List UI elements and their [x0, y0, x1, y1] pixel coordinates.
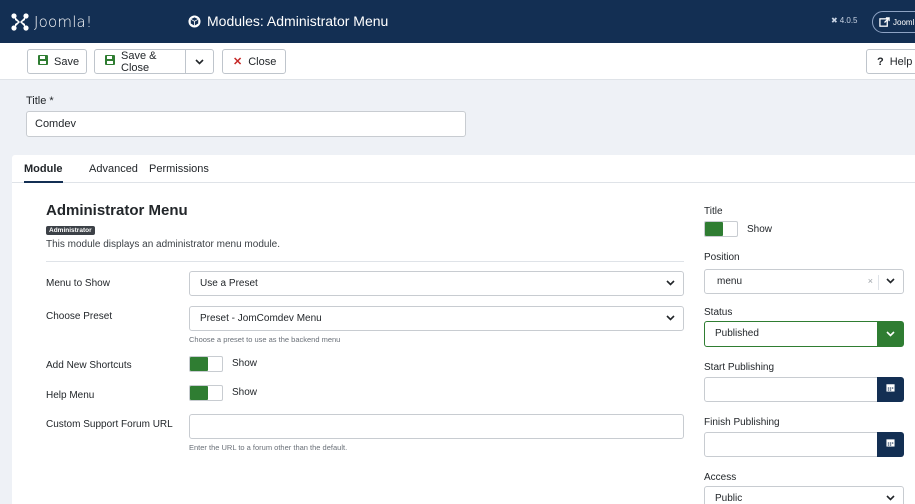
- joomla-logo[interactable]: Joomla!: [10, 11, 92, 33]
- toolbar: Save Save & Close ✕ Close ? Help: [0, 43, 915, 80]
- status-label: Status: [704, 307, 733, 318]
- save-dropdown-toggle[interactable]: [185, 49, 214, 74]
- choose-preset-label: Choose Preset: [46, 311, 113, 322]
- page-title: Modules: Administrator Menu: [188, 13, 388, 29]
- choose-preset-value: Preset - JomComdev Menu: [200, 313, 322, 324]
- external-link-icon: [879, 16, 890, 27]
- status-select[interactable]: Published: [704, 321, 904, 347]
- choose-preset-hint: Choose a preset to use as the backend me…: [189, 335, 341, 344]
- start-publishing-calendar-button[interactable]: [877, 377, 904, 402]
- finish-publishing-label: Finish Publishing: [704, 417, 780, 428]
- help-label: Help: [889, 55, 913, 68]
- title-field-label: Title *: [26, 95, 54, 107]
- title-show-toggle[interactable]: [704, 221, 738, 237]
- chevron-down-icon: [195, 58, 204, 65]
- save-icon: [38, 55, 48, 68]
- help-button[interactable]: ? Help: [866, 49, 915, 74]
- calendar-icon: [886, 384, 895, 392]
- help-menu-toggle-label: Show: [232, 387, 258, 398]
- help-menu-label: Help Menu: [46, 390, 95, 401]
- save-close-button[interactable]: Save & Close: [94, 49, 186, 74]
- close-icon: ✕: [233, 56, 243, 68]
- finish-publishing-input[interactable]: [704, 432, 878, 457]
- tab-bar: Module Advanced Permissions: [12, 155, 915, 183]
- title-input[interactable]: [26, 111, 466, 137]
- add-new-shortcuts-label: Add New Shortcuts: [46, 360, 132, 371]
- start-publishing-label: Start Publishing: [704, 362, 775, 373]
- joomla-small-icon: ✖: [831, 16, 838, 25]
- view-site-button[interactable]: Jooml: [872, 11, 915, 33]
- divider: [46, 261, 684, 262]
- custom-support-url-label: Custom Support Forum URL: [46, 419, 173, 430]
- menu-to-show-label: Menu to Show: [46, 278, 110, 289]
- chevron-down-icon: [886, 270, 895, 293]
- cube-icon: [188, 14, 201, 28]
- calendar-icon: [886, 439, 895, 447]
- logo-text: Joomla!: [34, 13, 93, 31]
- save-label: Save: [54, 55, 80, 68]
- clear-icon[interactable]: ×: [868, 270, 873, 293]
- access-select[interactable]: Public: [704, 486, 904, 504]
- close-button[interactable]: ✕ Close: [222, 49, 286, 74]
- chevron-down-icon: [877, 322, 903, 346]
- add-new-shortcuts-toggle-label: Show: [232, 358, 258, 369]
- position-label: Position: [704, 252, 740, 263]
- chevron-down-icon: [666, 307, 675, 330]
- save-icon: [105, 55, 115, 68]
- position-value: menu: [717, 276, 743, 287]
- page-title-text: Modules: Administrator Menu: [207, 13, 389, 29]
- position-separator: [878, 275, 879, 290]
- chevron-down-icon: [886, 487, 895, 504]
- save-close-label: Save & Close: [121, 49, 157, 74]
- position-select[interactable]: menu ×: [704, 269, 904, 294]
- tab-module[interactable]: Module: [24, 163, 63, 183]
- status-value: Published: [715, 328, 759, 339]
- tab-advanced[interactable]: Advanced: [89, 163, 138, 183]
- menu-to-show-value: Use a Preset: [200, 278, 258, 289]
- start-publishing-input[interactable]: [704, 377, 878, 402]
- client-badge: Administrator: [46, 226, 95, 235]
- menu-to-show-select[interactable]: Use a Preset: [189, 271, 684, 296]
- version-text: 4.0.5: [839, 16, 858, 25]
- title-show-toggle-label: Show: [747, 224, 773, 235]
- choose-preset-select[interactable]: Preset - JomComdev Menu: [189, 306, 684, 331]
- version-indicator: ✖ 4.0.5: [831, 16, 858, 25]
- custom-support-url-hint: Enter the URL to a forum other than the …: [189, 443, 348, 452]
- access-label: Access: [704, 472, 737, 483]
- finish-publishing-calendar-button[interactable]: [877, 432, 904, 457]
- view-site-label: Jooml: [893, 17, 915, 27]
- access-value: Public: [715, 493, 743, 504]
- save-button[interactable]: Save: [27, 49, 87, 74]
- module-heading: Administrator Menu: [46, 202, 188, 219]
- joomla-logo-icon: [11, 13, 29, 31]
- chevron-down-icon: [666, 272, 675, 295]
- app-header: Joomla! Modules: Administrator Menu ✖ 4.…: [0, 0, 915, 43]
- tab-permissions[interactable]: Permissions: [149, 163, 209, 183]
- close-label: Close: [248, 55, 277, 68]
- module-description: This module displays an administrator me…: [46, 239, 280, 250]
- title-show-label: Title: [704, 206, 723, 217]
- custom-support-url-input[interactable]: [189, 414, 684, 439]
- help-menu-toggle[interactable]: [189, 385, 223, 401]
- add-new-shortcuts-toggle[interactable]: [189, 356, 223, 372]
- help-icon: ?: [877, 55, 884, 68]
